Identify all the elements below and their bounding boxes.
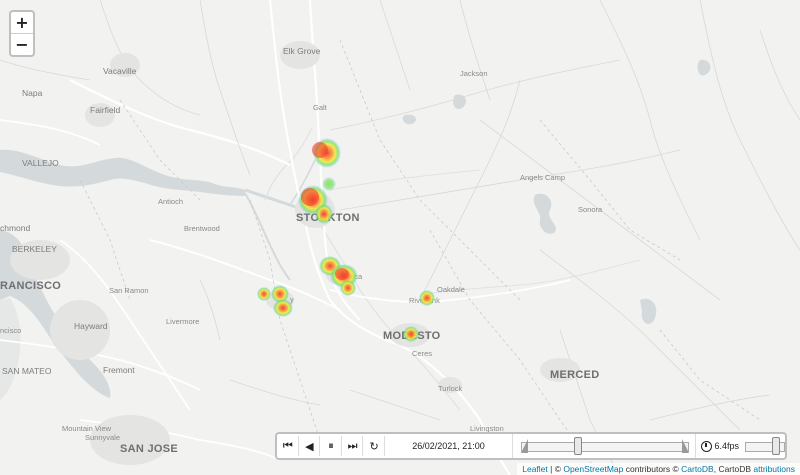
time-slider[interactable] bbox=[521, 437, 690, 455]
heat-cluster-manteca bbox=[319, 256, 358, 296]
zoom-out-button[interactable]: − bbox=[11, 33, 33, 55]
heat-cluster-north-stockton bbox=[312, 138, 341, 168]
time-slider-thumb[interactable] bbox=[574, 437, 583, 455]
attribution-contributors: contributors © bbox=[623, 464, 682, 474]
heat-cluster-tracy bbox=[257, 285, 293, 317]
attribution-separator: | © bbox=[547, 464, 564, 474]
skip-forward-button[interactable]: ⏭ bbox=[343, 436, 364, 456]
attribution-cartodb-text: , CartoDB bbox=[713, 464, 754, 474]
clock-icon bbox=[701, 440, 713, 452]
map-attribution: Leaflet | © OpenStreetMap contributors ©… bbox=[517, 463, 800, 475]
skip-backward-button[interactable]: ⏮ bbox=[278, 436, 299, 456]
heat-cluster-modesto bbox=[403, 326, 419, 342]
zoom-in-button[interactable]: + bbox=[11, 12, 33, 33]
step-back-button[interactable]: ◀ bbox=[300, 436, 321, 456]
heatmap-layer bbox=[257, 138, 435, 342]
pause-button[interactable]: ⏸ bbox=[321, 436, 342, 456]
openstreetmap-link[interactable]: OpenStreetMap bbox=[563, 464, 623, 474]
fps-control: 6.4fps bbox=[695, 434, 785, 458]
current-datetime: 26/02/2021, 21:00 bbox=[385, 434, 514, 458]
time-slider-track[interactable] bbox=[521, 442, 690, 452]
fps-label: 6.4fps bbox=[714, 441, 739, 451]
map-view[interactable]: Elk Grove Vacaville Jackson Napa Fairfie… bbox=[0, 0, 800, 475]
attributions-link[interactable]: attributions bbox=[753, 464, 795, 474]
timeline-player: ⏮ ◀ ⏸ ⏭ ↻ 26/02/2021, 21:00 6.4fps bbox=[275, 432, 787, 460]
fps-slider-thumb[interactable] bbox=[772, 437, 780, 455]
cartodb-link[interactable]: CartoDB bbox=[681, 464, 714, 474]
zoom-control: + − bbox=[9, 10, 35, 57]
time-slider-end-marker bbox=[682, 439, 690, 453]
loop-button[interactable]: ↻ bbox=[364, 436, 385, 456]
time-slider-start-marker bbox=[521, 439, 529, 453]
heat-cluster-riverbank bbox=[419, 290, 435, 306]
fps-slider[interactable] bbox=[745, 437, 785, 455]
leaflet-link[interactable]: Leaflet bbox=[522, 464, 548, 474]
heat-cluster-small-1 bbox=[322, 177, 336, 191]
